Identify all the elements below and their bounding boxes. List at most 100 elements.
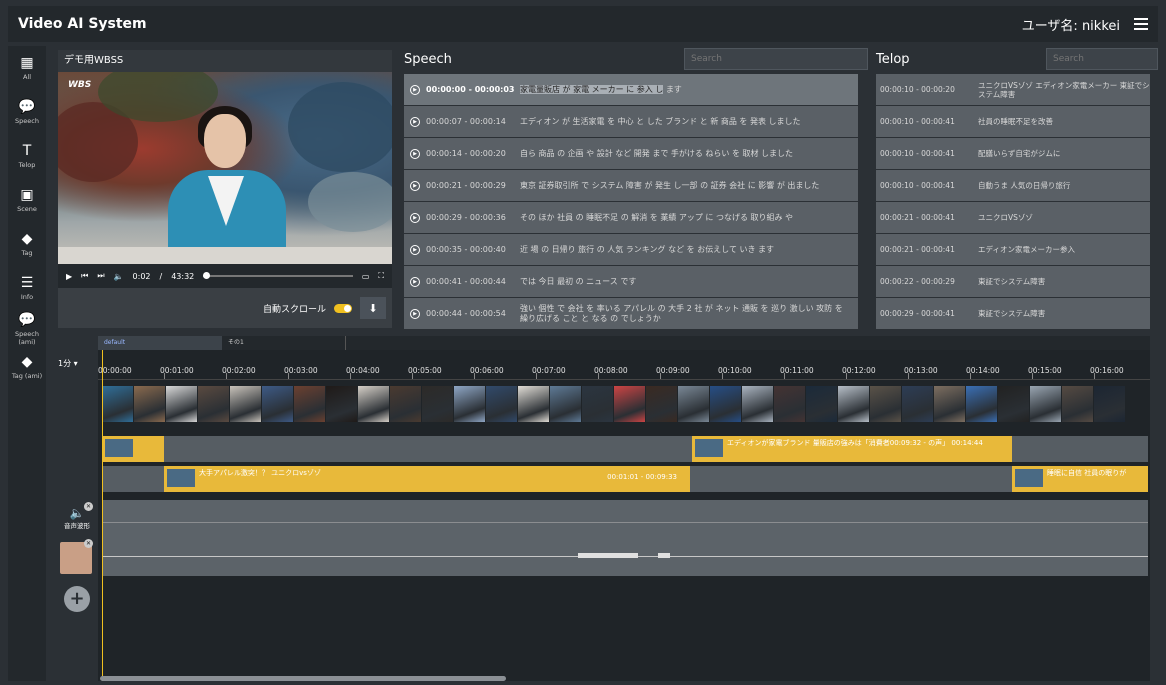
scene-thumbnail[interactable] [198,386,229,422]
tab-sono1[interactable]: その1 [222,336,346,350]
sidebar-item-speech[interactable]: 💬 Speech [8,90,46,134]
skip-forward-icon[interactable]: ⏭ [97,271,104,281]
face-segment[interactable] [658,553,670,558]
timeline-tabs: default その1 [98,336,1150,350]
telop-row[interactable]: 00:00:21 - 00:00:41 ユニクロVSゾゾ [876,202,1150,233]
play-circle-icon[interactable]: ▶ [410,308,420,319]
hamburger-menu-icon[interactable] [1134,18,1148,30]
scene-thumbnail[interactable] [678,386,709,422]
telop-row[interactable]: 00:00:29 - 00:00:41 東証でシステム障害 [876,298,1150,329]
play-circle-icon[interactable]: ▶ [410,244,420,255]
scene-thumbnail[interactable] [294,386,325,422]
tick-mark [660,373,661,379]
topic-clip-sleep[interactable]: 睡眠に自信 社員の眠りが [1012,466,1148,492]
telop-row[interactable]: 00:00:10 - 00:00:41 自動うま 人気の日帰り旅行 [876,170,1150,201]
speech-row[interactable]: ▶ 00:00:35 - 00:00:40 近 場 の 日帰り 旅行 の 人気 … [404,234,858,265]
speech-row[interactable]: ▶ 00:00:14 - 00:00:20 自ら 商品 の 企画 や 設計 など… [404,138,858,169]
scene-thumbnail[interactable] [326,386,357,422]
scene-thumbnail[interactable] [134,386,165,422]
seek-bar[interactable] [203,272,353,279]
scene-thumbnail[interactable] [518,386,549,422]
scene-thumbnail[interactable] [998,386,1029,422]
sidebar-item-info[interactable]: ☰ Info [8,266,46,310]
scene-thumbnail[interactable] [230,386,261,422]
play-circle-icon[interactable]: ▶ [410,276,420,287]
scene-thumbnail[interactable] [710,386,741,422]
scene-thumbnail[interactable] [1030,386,1061,422]
scene-thumbnail[interactable] [774,386,805,422]
topic-clip-uniqlo[interactable]: 大手アパレル激突！？ ユニクロvsゾゾ 00:01:01 - 00:09:33 [164,466,690,492]
speech-row[interactable]: ▶ 00:00:44 - 00:00:54 強い 個性 で 会社 を 率いる ア… [404,298,858,329]
scene-thumbnail[interactable] [422,386,453,422]
speech-search-input[interactable] [684,48,868,70]
telop-row[interactable]: 00:00:10 - 00:00:41 配膳いらず自宅がジムに [876,138,1150,169]
scene-thumbnail[interactable] [934,386,965,422]
captions-icon[interactable]: ▭ [362,272,370,281]
tab-default[interactable]: default [98,336,222,350]
sidebar-item-scene[interactable]: ▣ Scene [8,178,46,222]
play-icon[interactable]: ▶ [66,272,72,281]
autoscroll-toggle[interactable] [334,303,352,313]
sidebar-item-telop[interactable]: T Telop [8,134,46,178]
scene-thumbnail[interactable] [966,386,997,422]
scene-thumbnail[interactable] [614,386,645,422]
speech-row[interactable]: ▶ 00:00:41 - 00:00:44 では 今日 最初 の ニュース です [404,266,858,297]
scene-thumbnail[interactable] [390,386,421,422]
scene-thumbnail[interactable] [742,386,773,422]
video-panel: デモ用WBSS WBS ▶ ⏮ ⏭ 🔈 0:02 / 43:32 ▭ ⛶ 自動ス… [58,50,392,328]
telop-row[interactable]: 00:00:21 - 00:00:41 エディオン家電メーカー参入 [876,234,1150,265]
sidebar-item-all[interactable]: ▦ All [8,46,46,90]
top-bar: Video AI System ユーザ名: nikkei [8,6,1158,42]
scene-thumbnail[interactable] [262,386,293,422]
telop-search-input[interactable] [1046,48,1158,70]
play-circle-icon[interactable]: ▶ [410,148,420,159]
sidebar-item-tag[interactable]: ◆ Tag [8,222,46,266]
scene-thumbnail[interactable] [166,386,197,422]
telop-row[interactable]: 00:00:22 - 00:00:29 東証でシステム障害 [876,266,1150,297]
scene-clip-edion[interactable]: エディオンが家電ブランド 量販店の強みは「消費者00:09:32 - の声」 0… [692,436,1012,462]
play-circle-icon[interactable]: ▶ [410,84,420,95]
scene-thumbnail[interactable] [902,386,933,422]
speech-row[interactable]: ▶ 00:00:29 - 00:00:36 その ほか 社員 の 睡眠不足 の … [404,202,858,233]
add-track-button[interactable]: + [64,586,90,612]
app-root: Video AI System ユーザ名: nikkei ▦ All 💬 Spe… [0,0,1166,685]
scene-clip[interactable] [102,436,164,462]
sidebar-item-speech-ami[interactable]: 💬 Speech (ami) [8,310,46,348]
scene-thumbnail[interactable] [646,386,677,422]
scene-thumbnail[interactable] [1094,386,1125,422]
volume-icon[interactable]: 🔈 [114,272,124,281]
seek-handle[interactable] [203,272,211,279]
skip-back-icon[interactable]: ⏮ [81,271,88,281]
sidebar: ▦ All 💬 Speech T Telop ▣ Scene ◆ Tag ☰ I… [8,46,46,681]
scene-thumbnail[interactable] [454,386,485,422]
face-thumbnail[interactable]: ✕ [60,539,93,574]
scene-thumbnail[interactable] [1062,386,1093,422]
close-icon[interactable]: ✕ [84,539,93,548]
timeline-scrollbar[interactable] [100,676,506,681]
telop-row[interactable]: 00:00:10 - 00:00:41 社員の睡眠不足を改善 [876,106,1150,137]
play-circle-icon[interactable]: ▶ [410,180,420,191]
face-segment[interactable] [578,553,638,558]
fullscreen-icon[interactable]: ⛶ [378,271,384,281]
zoom-select[interactable]: 1分 ▾ [58,358,78,369]
play-circle-icon[interactable]: ▶ [410,212,420,223]
clip-thumbnail [167,469,195,487]
download-button[interactable]: ⬇ [360,297,386,319]
scene-thumbnail[interactable] [102,386,133,422]
scene-thumbnail[interactable] [870,386,901,422]
playhead[interactable] [102,350,103,681]
close-icon[interactable]: ✕ [84,502,93,511]
scene-thumbnail[interactable] [838,386,869,422]
scene-thumbnail[interactable] [582,386,613,422]
scene-thumbnail[interactable] [550,386,581,422]
telop-row[interactable]: 00:00:10 - 00:00:20 ユニクロVSゾゾ エディオン家電メーカー … [876,74,1150,105]
speech-row[interactable]: ▶ 00:00:00 - 00:00:03 家電量販店 が 家電 メーカー に … [404,74,858,105]
sidebar-item-tag-ami[interactable]: ◆ Tag (ami) [8,348,46,386]
speech-row[interactable]: ▶ 00:00:21 - 00:00:29 東京 証券取引所 で システム 障害… [404,170,858,201]
speech-row[interactable]: ▶ 00:00:07 - 00:00:14 エディオン が 生活家電 を 中心 … [404,106,858,137]
scene-thumbnail[interactable] [486,386,517,422]
scene-thumbnail[interactable] [358,386,389,422]
play-circle-icon[interactable]: ▶ [410,116,420,127]
video-player[interactable]: WBS [58,72,392,264]
scene-thumbnail[interactable] [806,386,837,422]
